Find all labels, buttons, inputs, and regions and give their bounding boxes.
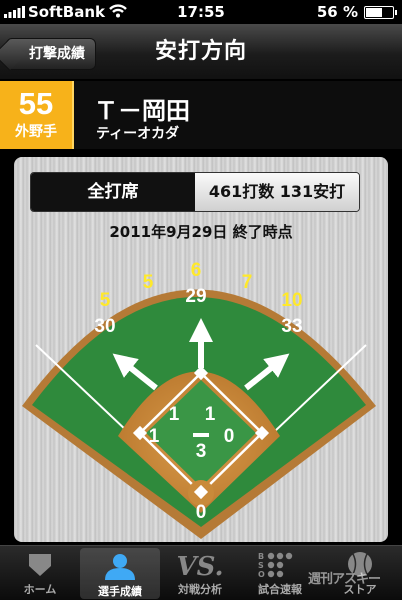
battery-percent: 56 % [316, 3, 358, 21]
tab-matchup[interactable]: VS. 対戦分析 [160, 546, 240, 600]
svg-text:B: B [258, 552, 264, 561]
at-bats-hits-summary: 461打数 131安打 [195, 173, 359, 211]
player-name: Ｔ－岡田 [94, 97, 190, 125]
pitchers-plate [193, 433, 209, 437]
tab-home[interactable]: ホーム [0, 546, 80, 600]
right-center-hits: 7 [242, 272, 253, 293]
tab-player-stats-label: 選手成績 [98, 585, 142, 598]
tab-player-stats[interactable]: 選手成績 [80, 548, 160, 599]
svg-text:S: S [258, 561, 264, 570]
status-bar: SoftBank 17:55 56 % [0, 0, 402, 24]
third-base-count: 1 [149, 426, 160, 447]
svg-text:O: O [258, 570, 265, 578]
tab-home-label: ホーム [23, 583, 57, 596]
left-field-at-bats: 30 [94, 316, 115, 337]
left-center-hits: 5 [143, 272, 154, 293]
navigation-bar: 打撃成績 安打方向 [0, 24, 402, 80]
center-field-at-bats: 29 [185, 286, 206, 307]
back-button-label: 打撃成績 [29, 46, 85, 62]
hit-direction-panel: 全打席 461打数 131安打 2011年9月29日 終了時点 5 30 5 6… [14, 157, 388, 542]
uniform-number: 55 [18, 86, 54, 121]
center-field-hits: 6 [191, 260, 202, 281]
left-field-hits: 5 [100, 290, 111, 311]
pitcher-count: 3 [196, 441, 207, 462]
battery-icon [364, 6, 397, 19]
second-base-count: 1 [205, 404, 216, 425]
shortstop-count: 1 [169, 404, 180, 425]
right-field-at-bats: 33 [281, 316, 302, 337]
player-name-kana: ティーオカダ [96, 126, 180, 142]
vs-icon: VS. [176, 552, 223, 578]
filter-all-at-bats-button[interactable]: 全打席 [31, 173, 195, 211]
uniform-number-badge: 55 外野手 [0, 81, 74, 149]
svg-text:VS.: VS. [176, 552, 223, 578]
player-icon [105, 554, 135, 580]
tab-bar: ホーム 選手成績 VS. 対戦分析 B S O 試合速報 ストア 週刊アスキー [0, 545, 402, 600]
first-base-count: 0 [224, 426, 235, 447]
home-plate-icon [29, 554, 51, 576]
baseball-field-diagram: 5 30 5 6 29 7 10 33 1 1 1 0 3 0 [22, 260, 376, 539]
catcher-count: 0 [196, 502, 207, 523]
player-header: 55 外野手 Ｔ－岡田 ティーオカダ [0, 81, 402, 149]
right-field-hits: 10 [281, 290, 302, 311]
back-button[interactable]: 打撃成績 [6, 38, 96, 70]
as-of-date: 2011年9月29日 終了時点 [109, 223, 293, 241]
player-position: 外野手 [15, 124, 57, 140]
summary-segment: 全打席 461打数 131安打 [30, 172, 360, 212]
watermark: 週刊アスキー [307, 572, 381, 587]
tab-matchup-label: 対戦分析 [178, 583, 222, 596]
